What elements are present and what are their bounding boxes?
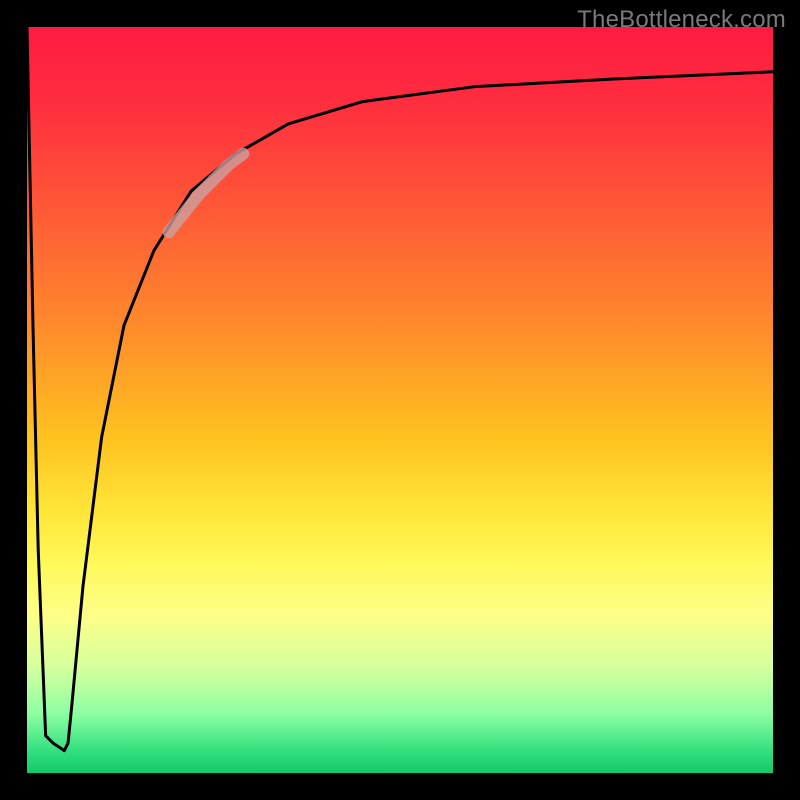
watermark-text: TheBottleneck.com	[577, 6, 786, 34]
highlight-segment	[169, 154, 244, 232]
plot-area	[27, 27, 773, 773]
bottleneck-curve	[27, 27, 773, 751]
chart-container: TheBottleneck.com	[0, 0, 800, 800]
curve-layer	[27, 27, 773, 773]
